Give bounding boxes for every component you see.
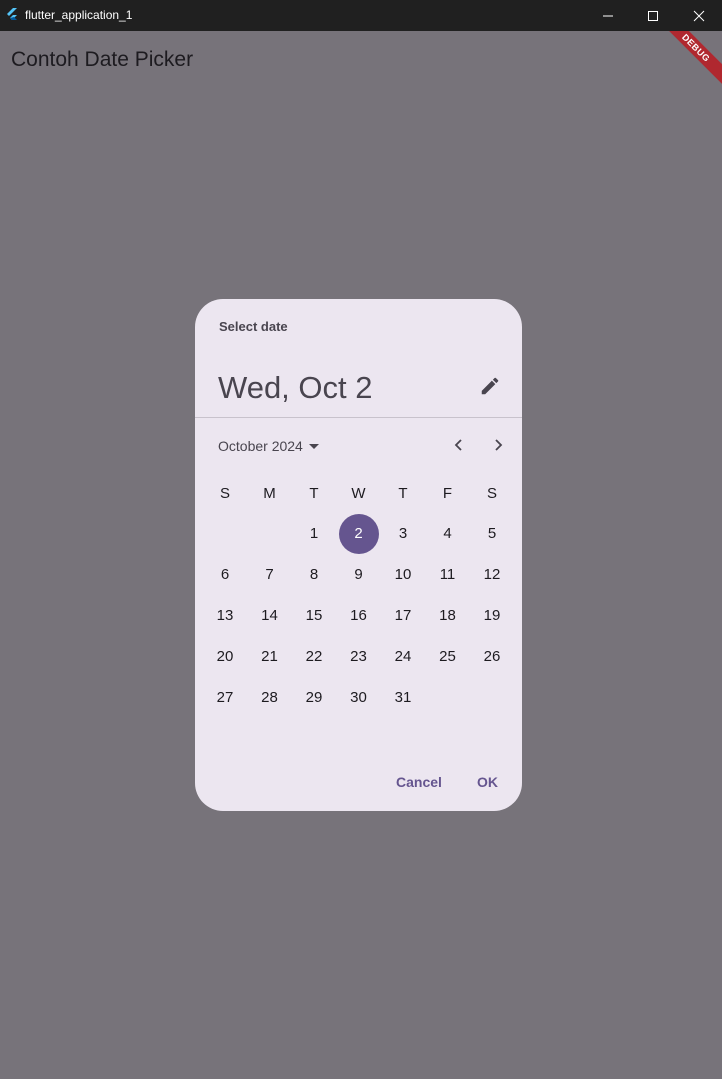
page-title: Contoh Date Picker <box>11 48 194 71</box>
caret-down-icon <box>308 443 319 449</box>
day-cell[interactable]: 31 <box>383 678 423 718</box>
day-cell[interactable]: 12 <box>472 555 512 595</box>
day-cell[interactable]: 7 <box>250 555 290 595</box>
pencil-icon <box>481 377 499 395</box>
close-button[interactable] <box>676 0 722 31</box>
window-titlebar: flutter_application_1 <box>0 0 722 31</box>
day-cell[interactable]: 15 <box>294 596 334 636</box>
maximize-icon <box>648 10 658 21</box>
minimize-icon <box>603 15 613 16</box>
weekday-label: S <box>219 485 230 502</box>
month-year-label: October 2024 <box>218 438 303 454</box>
weekday-label: T <box>398 485 408 502</box>
debug-banner: DEBUG <box>657 31 722 87</box>
day-cell[interactable]: 4 <box>428 514 468 554</box>
day-cell[interactable]: 9 <box>339 555 379 595</box>
dialog-header-label: Select date <box>219 319 288 334</box>
chevron-left-icon <box>454 439 462 451</box>
day-cell[interactable]: 22 <box>294 637 334 677</box>
day-cell[interactable]: 20 <box>205 637 245 677</box>
day-cell[interactable]: 10 <box>383 555 423 595</box>
day-cell[interactable]: 13 <box>205 596 245 636</box>
weekday-label: T <box>309 485 319 502</box>
weekday-label: F <box>442 485 453 502</box>
ok-button[interactable]: OK <box>477 774 498 790</box>
selected-date-text: Wed, Oct 2 <box>218 370 373 405</box>
day-cell[interactable]: 6 <box>205 555 245 595</box>
month-year-dropdown[interactable]: October 2024 <box>218 436 319 456</box>
next-month-button[interactable] <box>486 433 510 457</box>
day-cell[interactable]: 21 <box>250 637 290 677</box>
window-title: flutter_application_1 <box>25 8 133 22</box>
day-cell[interactable]: 29 <box>294 678 334 718</box>
edit-date-button[interactable] <box>476 372 504 400</box>
day-cell[interactable]: 1 <box>294 514 334 554</box>
minimize-button[interactable] <box>585 0 631 31</box>
date-picker-dialog: Select date Wed, Oct 2 October 2024 S M T W… <box>195 299 522 811</box>
day-cell[interactable]: 5 <box>472 514 512 554</box>
day-cell[interactable]: 23 <box>339 637 379 677</box>
day-cell[interactable]: 25 <box>428 637 468 677</box>
day-cell[interactable]: 17 <box>383 596 423 636</box>
day-cell[interactable]: 26 <box>472 637 512 677</box>
cancel-button[interactable]: Cancel <box>396 774 442 790</box>
day-cell[interactable]: 16 <box>339 596 379 636</box>
day-cell[interactable]: 11 <box>428 555 468 595</box>
day-cell[interactable]: 14 <box>250 596 290 636</box>
flutter-icon <box>4 7 20 23</box>
close-icon <box>693 10 705 21</box>
day-cell[interactable]: 19 <box>472 596 512 636</box>
day-cell[interactable]: 27 <box>205 678 245 718</box>
chevron-right-icon <box>495 439 503 451</box>
day-cell[interactable]: 28 <box>250 678 290 718</box>
day-cell[interactable]: 3 <box>383 514 423 554</box>
maximize-button[interactable] <box>630 0 676 31</box>
day-cell[interactable]: 18 <box>428 596 468 636</box>
weekday-label: S <box>486 485 497 502</box>
day-cell[interactable]: 24 <box>383 637 423 677</box>
selected-day-cell[interactable]: 2 <box>338 514 379 554</box>
day-cell[interactable]: 30 <box>339 678 379 718</box>
day-cell[interactable]: 8 <box>294 555 334 595</box>
previous-month-button[interactable] <box>447 433 471 457</box>
weekday-label: W <box>351 485 366 502</box>
header-divider <box>195 417 522 418</box>
weekday-label: M <box>263 485 276 502</box>
